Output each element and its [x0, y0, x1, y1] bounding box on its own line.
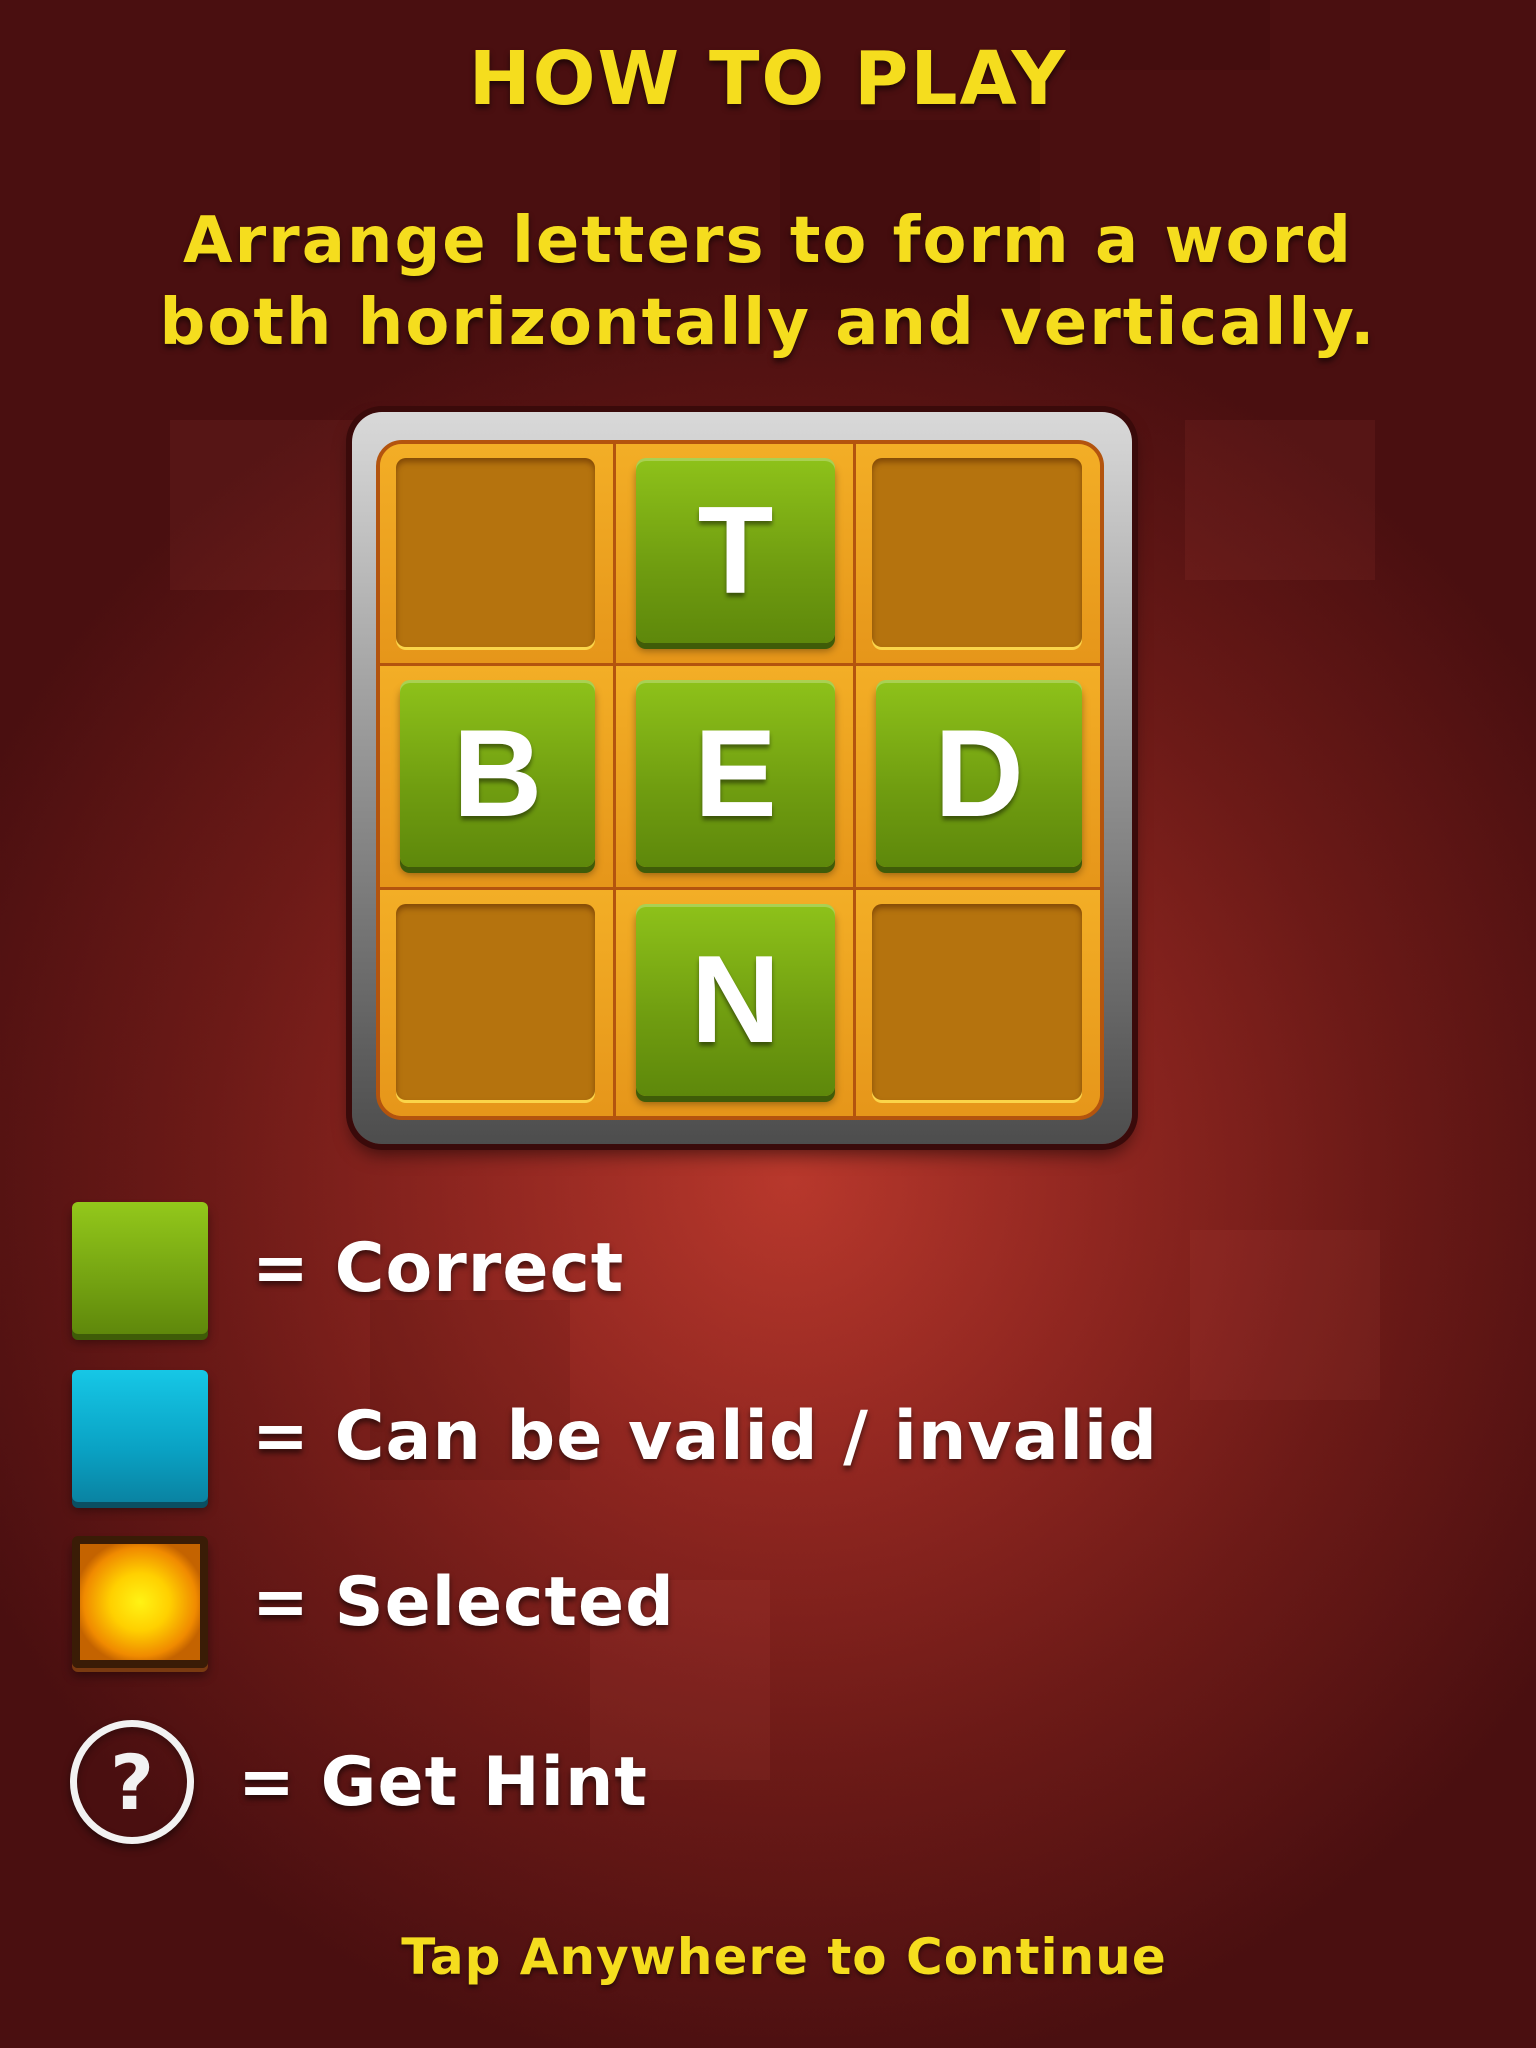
- board-cell: T: [616, 444, 856, 666]
- letter-tile-correct: B: [400, 680, 595, 867]
- board-cell: [856, 890, 1100, 1116]
- board-cell: B: [380, 666, 616, 890]
- board-cell: E: [616, 666, 856, 890]
- board-cell: N: [616, 890, 856, 1116]
- board-grid: T B E D N: [380, 444, 1100, 1116]
- instructions-text: Arrange letters to form a word both hori…: [100, 200, 1436, 364]
- empty-slot: [872, 458, 1082, 647]
- question-mark-icon: ?: [70, 1720, 194, 1844]
- example-board: T B E D N: [376, 440, 1104, 1120]
- selected-swatch: [72, 1536, 208, 1668]
- legend-hint-label: = Get Hint: [238, 1742, 648, 1822]
- letter-tile-correct: D: [876, 680, 1082, 867]
- legend-selected: = Selected: [72, 1536, 675, 1668]
- legend-correct: = Correct: [72, 1202, 624, 1334]
- legend-hint: ? = Get Hint: [70, 1716, 648, 1848]
- letter-tile-correct: T: [636, 458, 835, 643]
- letter-tile-correct: N: [636, 904, 835, 1096]
- empty-slot: [396, 904, 595, 1100]
- empty-slot: [396, 458, 595, 647]
- instructions-line-2: both horizontally and vertically.: [159, 286, 1377, 360]
- letter-tile-correct: E: [636, 680, 835, 867]
- tap-to-continue-text[interactable]: Tap Anywhere to Continue: [0, 1928, 1536, 1986]
- maybe-swatch: [72, 1370, 208, 1502]
- correct-swatch: [72, 1202, 208, 1334]
- page-title: HOW TO PLAY: [468, 36, 1068, 122]
- board-cell: [856, 444, 1100, 666]
- legend-maybe-label: = Can be valid / invalid: [252, 1396, 1158, 1476]
- legend-correct-label: = Correct: [252, 1228, 625, 1308]
- board-cell: [380, 890, 616, 1116]
- board-cell: D: [856, 666, 1100, 890]
- legend-selected-label: = Selected: [252, 1562, 675, 1642]
- instructions-line-1: Arrange letters to form a word: [183, 204, 1353, 278]
- board-cell: [380, 444, 616, 666]
- empty-slot: [872, 904, 1082, 1100]
- tap-to-continue-area[interactable]: HOW TO PLAY Arrange letters to form a wo…: [0, 0, 1536, 2048]
- legend-maybe: = Can be valid / invalid: [72, 1370, 1158, 1502]
